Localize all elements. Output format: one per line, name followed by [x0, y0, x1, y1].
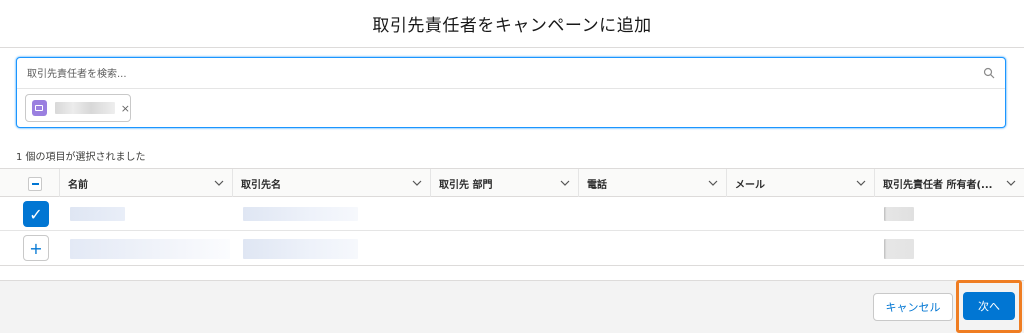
- chevron-down-icon[interactable]: [412, 178, 422, 188]
- plus-icon[interactable]: +: [23, 235, 49, 261]
- contact-lookup[interactable]: ×: [16, 57, 1006, 128]
- selected-contact-name-redacted: [54, 102, 115, 114]
- column-header-phone[interactable]: 電話: [579, 169, 727, 197]
- chevron-down-icon[interactable]: [560, 178, 570, 188]
- column-header-email[interactable]: メール: [727, 169, 875, 197]
- selection-count: 1 個の項目が選択されました: [16, 152, 146, 163]
- owner-redacted: [884, 207, 914, 221]
- column-header-name[interactable]: 名前: [60, 169, 233, 197]
- contacts-table: 名前 取引先名 取引先 部門 電話 メール 取引先責任者 所有者(... ✓ +: [0, 168, 1024, 266]
- column-header-account[interactable]: 取引先名: [233, 169, 431, 197]
- contact-name-redacted[interactable]: [70, 239, 230, 259]
- column-header-label: 名前: [68, 179, 88, 191]
- table-header: 名前 取引先名 取引先 部門 電話 メール 取引先責任者 所有者(...: [0, 169, 1024, 197]
- owner-redacted: [884, 239, 914, 259]
- contact-name-redacted[interactable]: [70, 207, 125, 221]
- modal-header: 取引先責任者をキャンペーンに追加: [0, 0, 1024, 48]
- account-name-redacted[interactable]: [243, 207, 358, 221]
- table-row[interactable]: +: [0, 231, 1024, 265]
- column-header-label: 取引先 部門: [439, 179, 493, 191]
- column-header-label: 取引先責任者 所有者(...: [883, 179, 993, 191]
- table-row[interactable]: ✓: [0, 197, 1024, 231]
- chevron-down-icon[interactable]: [1006, 178, 1016, 188]
- contact-icon: [32, 100, 47, 116]
- column-header-label: 電話: [587, 179, 607, 191]
- checkmark-icon[interactable]: ✓: [23, 201, 49, 227]
- column-header-department[interactable]: 取引先 部門: [431, 169, 579, 197]
- lookup-divider: [17, 88, 1005, 89]
- selected-contact-pill[interactable]: ×: [25, 94, 131, 122]
- chevron-down-icon[interactable]: [708, 178, 718, 188]
- minus-icon[interactable]: [28, 177, 42, 191]
- chevron-down-icon[interactable]: [214, 178, 224, 188]
- close-icon[interactable]: ×: [121, 102, 130, 115]
- modal-title: 取引先責任者をキャンペーンに追加: [372, 16, 652, 36]
- search-icon: [983, 67, 995, 79]
- add-contacts-modal: 取引先責任者をキャンペーンに追加 × 1 個の項目が選択されました 名前 取引先…: [0, 0, 1024, 333]
- account-name-redacted[interactable]: [243, 239, 358, 259]
- search-input[interactable]: [27, 65, 977, 83]
- column-header-label: 取引先名: [241, 179, 281, 191]
- chevron-down-icon[interactable]: [856, 178, 866, 188]
- modal-footer: キャンセル: [0, 280, 1024, 333]
- select-all-cell: [0, 169, 60, 197]
- column-header-owner[interactable]: 取引先責任者 所有者(...: [875, 169, 1024, 197]
- column-header-label: メール: [735, 179, 765, 191]
- cancel-button[interactable]: キャンセル: [873, 293, 953, 321]
- next-button[interactable]: 次へ: [963, 292, 1015, 320]
